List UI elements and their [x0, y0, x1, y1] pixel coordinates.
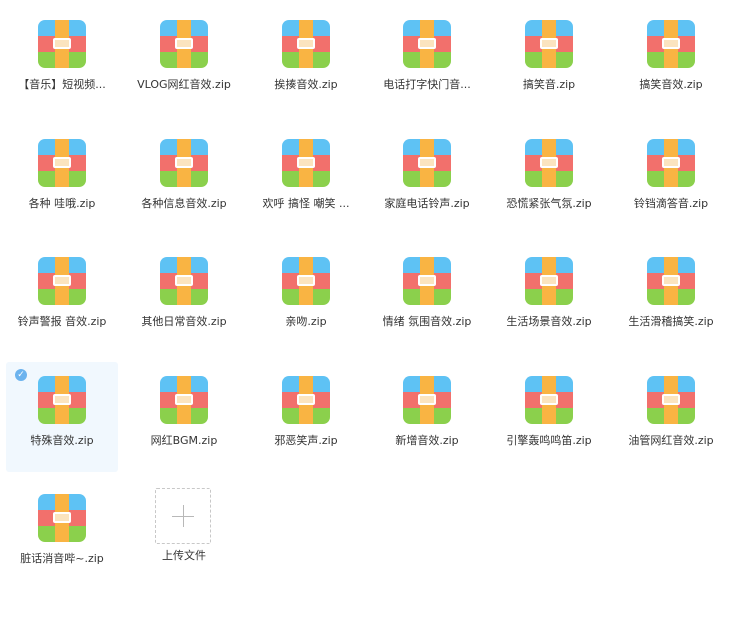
- file-item[interactable]: 欢呼 搞怪 嘲笑 ...: [250, 125, 362, 235]
- file-item[interactable]: 搞笑音效.zip: [615, 6, 727, 116]
- file-item[interactable]: ✓ 特殊音效.zip: [6, 362, 118, 472]
- file-item[interactable]: 生活场景音效.zip: [493, 243, 605, 353]
- zip-archive-icon: [282, 257, 330, 305]
- plus-icon[interactable]: [155, 488, 211, 544]
- file-name: 脏话消音哔~.zip: [20, 552, 104, 565]
- file-item[interactable]: 恐慌紧张气氛.zip: [493, 125, 605, 235]
- file-name: 新增音效.zip: [395, 434, 459, 447]
- file-name: 电话打字快门音...: [383, 78, 471, 91]
- file-name: 搞笑音.zip: [522, 78, 576, 91]
- zip-archive-icon: [403, 20, 451, 68]
- zip-archive-icon: [647, 20, 695, 68]
- file-name: 搞笑音效.zip: [639, 78, 703, 91]
- file-item[interactable]: 各种信息音效.zip: [128, 125, 240, 235]
- file-name: 邪恶笑声.zip: [274, 434, 338, 447]
- zip-archive-icon: [38, 20, 86, 68]
- file-item[interactable]: 其他日常音效.zip: [128, 243, 240, 353]
- upload-label: 上传文件: [162, 549, 206, 562]
- upload-file-button[interactable]: 上传文件: [128, 480, 240, 590]
- file-name: 特殊音效.zip: [30, 434, 94, 447]
- file-item[interactable]: 引擎轰鸣鸣笛.zip: [493, 362, 605, 472]
- file-name: 油管网红音效.zip: [628, 434, 714, 447]
- file-name: VLOG网红音效.zip: [137, 78, 231, 91]
- zip-archive-icon: [38, 376, 86, 424]
- zip-archive-icon: [403, 376, 451, 424]
- zip-archive-icon: [160, 139, 208, 187]
- file-name: 恐慌紧张气氛.zip: [506, 197, 592, 210]
- file-name: 各种 哇哦.zip: [28, 197, 96, 210]
- zip-archive-icon: [160, 257, 208, 305]
- zip-archive-icon: [160, 20, 208, 68]
- zip-archive-icon: [525, 20, 573, 68]
- file-item[interactable]: 家庭电话铃声.zip: [371, 125, 483, 235]
- zip-archive-icon: [647, 257, 695, 305]
- file-item[interactable]: 网红BGM.zip: [128, 362, 240, 472]
- zip-archive-icon: [282, 376, 330, 424]
- zip-archive-icon: [282, 139, 330, 187]
- file-item[interactable]: 挨揍音效.zip: [250, 6, 362, 116]
- zip-archive-icon: [38, 494, 86, 542]
- file-name: 各种信息音效.zip: [141, 197, 227, 210]
- file-item[interactable]: 脏话消音哔~.zip: [6, 480, 118, 590]
- zip-archive-icon: [282, 20, 330, 68]
- zip-archive-icon: [647, 376, 695, 424]
- file-item[interactable]: VLOG网红音效.zip: [128, 6, 240, 116]
- file-name: 生活场景音效.zip: [506, 315, 592, 328]
- file-item[interactable]: 生活滑稽搞笑.zip: [615, 243, 727, 353]
- file-name: 亲吻.zip: [285, 315, 327, 328]
- file-name: 挨揍音效.zip: [274, 78, 338, 91]
- file-name: 生活滑稽搞笑.zip: [628, 315, 714, 328]
- file-item[interactable]: 亲吻.zip: [250, 243, 362, 353]
- zip-archive-icon: [403, 139, 451, 187]
- zip-archive-icon: [525, 376, 573, 424]
- file-name: 铃铛滴答音.zip: [633, 197, 709, 210]
- file-item[interactable]: 邪恶笑声.zip: [250, 362, 362, 472]
- file-item[interactable]: 搞笑音.zip: [493, 6, 605, 116]
- file-name: 欢呼 搞怪 嘲笑 ...: [262, 197, 350, 210]
- file-item[interactable]: 各种 哇哦.zip: [6, 125, 118, 235]
- zip-archive-icon: [525, 257, 573, 305]
- zip-archive-icon: [38, 257, 86, 305]
- zip-archive-icon: [525, 139, 573, 187]
- check-icon[interactable]: ✓: [15, 369, 27, 381]
- zip-archive-icon: [403, 257, 451, 305]
- file-name: 【音乐】短视频...: [18, 78, 106, 91]
- file-item[interactable]: 新增音效.zip: [371, 362, 483, 472]
- file-name: 情绪 氛围音效.zip: [382, 315, 472, 328]
- zip-archive-icon: [647, 139, 695, 187]
- zip-archive-icon: [38, 139, 86, 187]
- file-grid: 【音乐】短视频... VLOG网红音效.zip 挨揍音效.zip 电话打字快门音...…: [0, 0, 750, 622]
- file-name: 网红BGM.zip: [150, 434, 218, 447]
- file-item[interactable]: 铃铛滴答音.zip: [615, 125, 727, 235]
- file-name: 铃声警报 音效.zip: [17, 315, 107, 328]
- file-item[interactable]: 情绪 氛围音效.zip: [371, 243, 483, 353]
- file-item[interactable]: 【音乐】短视频...: [6, 6, 118, 116]
- zip-archive-icon: [160, 376, 208, 424]
- file-name: 家庭电话铃声.zip: [384, 197, 470, 210]
- file-item[interactable]: 油管网红音效.zip: [615, 362, 727, 472]
- file-name: 其他日常音效.zip: [141, 315, 227, 328]
- file-item[interactable]: 电话打字快门音...: [371, 6, 483, 116]
- file-item[interactable]: 铃声警报 音效.zip: [6, 243, 118, 353]
- file-name: 引擎轰鸣鸣笛.zip: [506, 434, 592, 447]
